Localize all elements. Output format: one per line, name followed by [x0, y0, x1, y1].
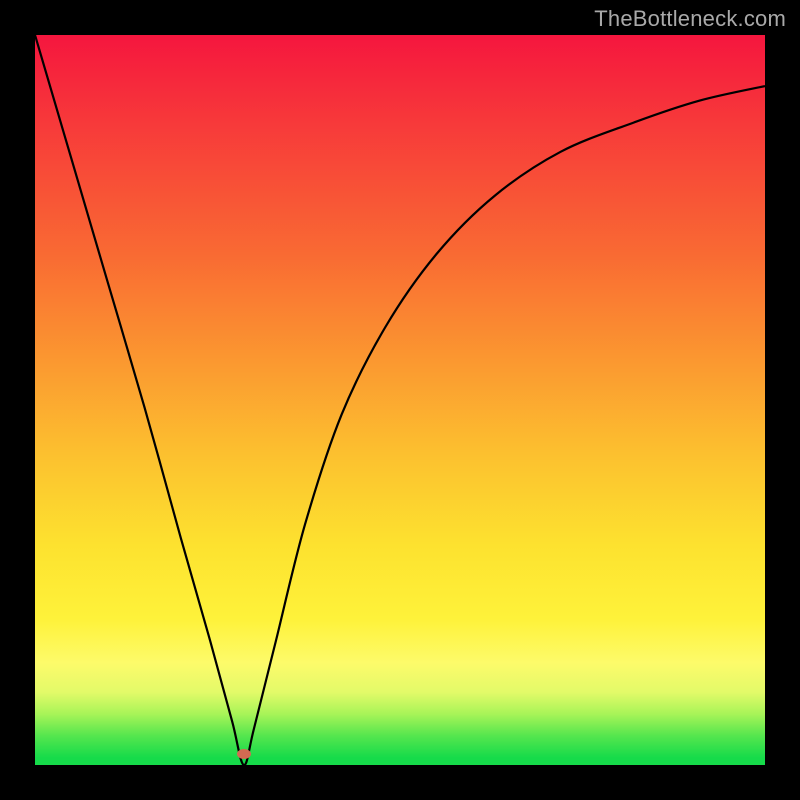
bottleneck-curve [35, 35, 765, 765]
watermark-text: TheBottleneck.com [594, 6, 786, 32]
chart-frame: TheBottleneck.com [0, 0, 800, 800]
optimum-marker [237, 749, 251, 759]
plot-area [35, 35, 765, 765]
curve-path [35, 35, 765, 765]
